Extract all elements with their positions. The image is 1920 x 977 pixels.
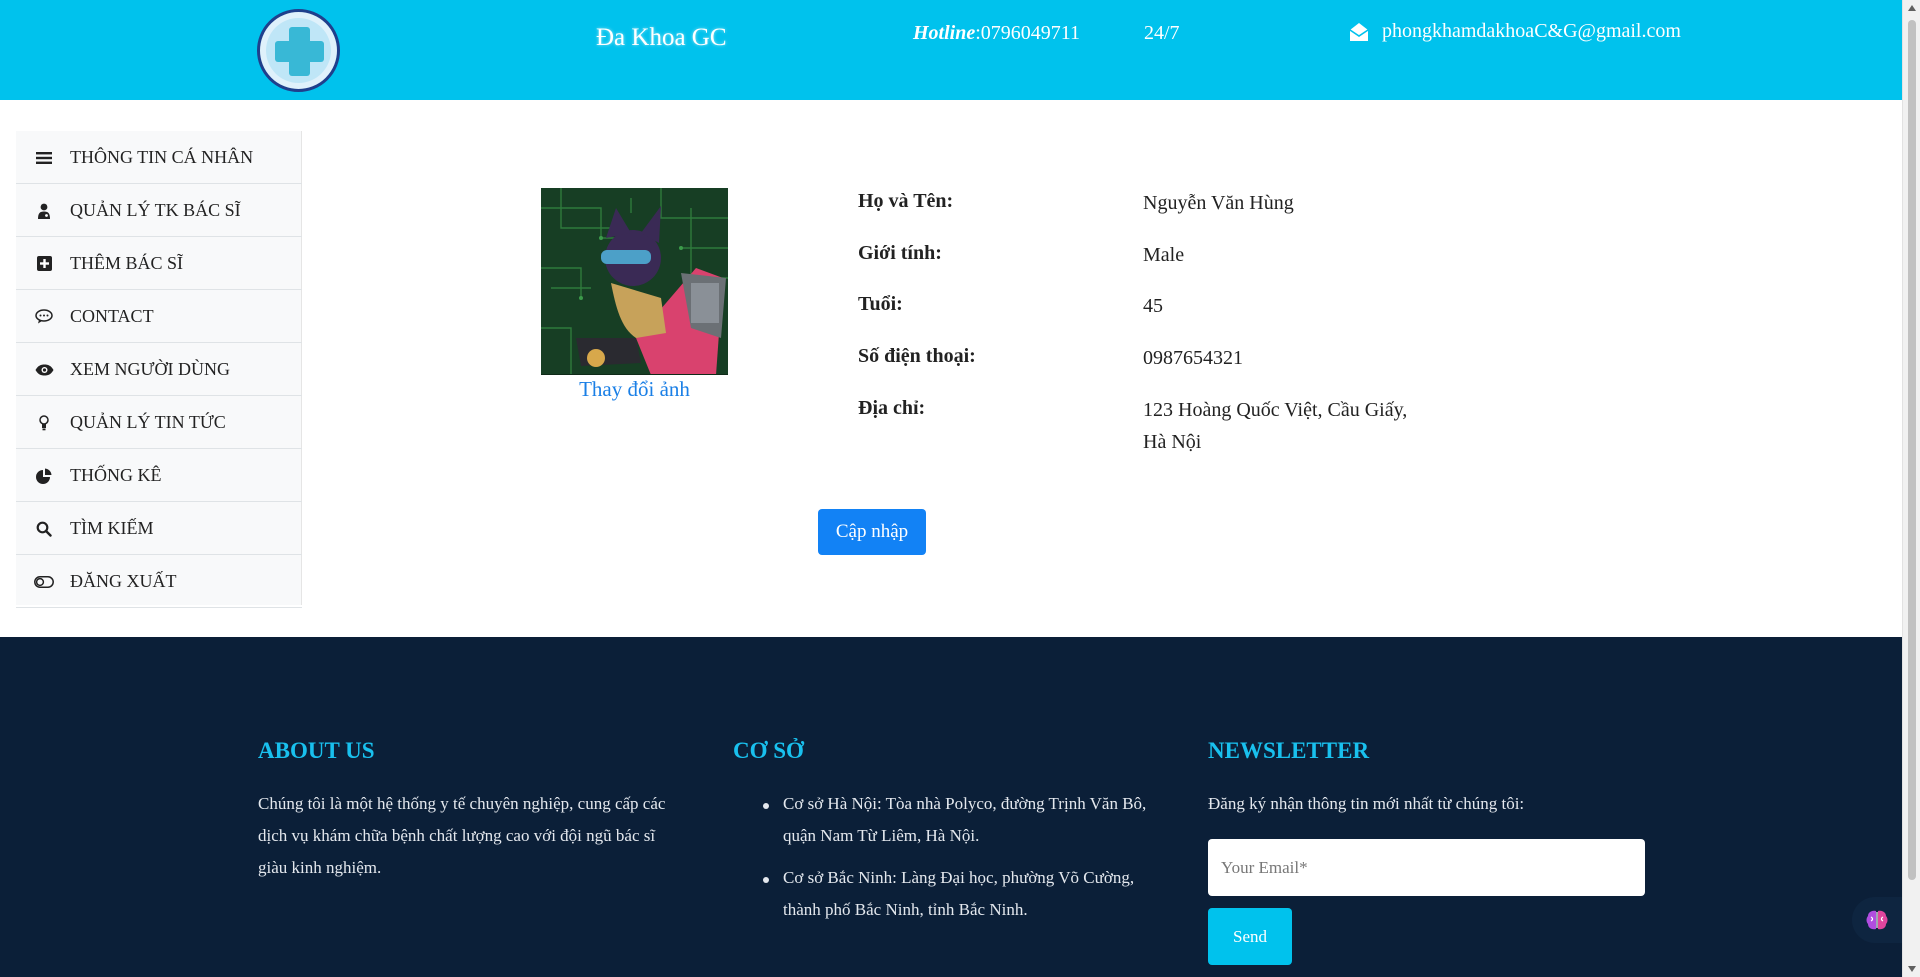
top-header: Đa Khoa GC Hotline:0796049711 24/7 phong…: [0, 0, 1902, 100]
plus-square-icon: [34, 255, 54, 273]
sidebar-item-news[interactable]: QUẢN LÝ TIN TỨC: [16, 396, 302, 449]
sidebar-item-search[interactable]: TÌM KIẾM: [16, 502, 302, 555]
sidebar-item-logout[interactable]: ĐĂNG XUẤT: [16, 555, 302, 608]
brain-icon: [1866, 910, 1888, 930]
brand-name[interactable]: Đa Khoa GC: [596, 24, 727, 52]
sidebar-item-label: XEM NGƯỜI DÙNG: [70, 359, 230, 379]
footer-branch-hanoi: Cơ sở Hà Nội: Tòa nhà Polyco, đường Trịn…: [783, 794, 1147, 845]
menu-icon: [34, 149, 54, 167]
sidebar-item-add-doctor[interactable]: THÊM BÁC SĨ: [16, 237, 302, 290]
sidebar-item-view-users[interactable]: XEM NGƯỜI DÙNG: [16, 343, 302, 396]
sidebar-item-personal-info[interactable]: THÔNG TIN CÁ NHÂN: [16, 131, 302, 184]
footer-about-title: ABOUT US: [258, 738, 375, 763]
list-bullet: [763, 877, 769, 883]
sidebar-item-label: CONTACT: [70, 306, 154, 326]
profile-avatar: [541, 188, 728, 375]
hotline-number: :0796049711: [975, 22, 1081, 44]
footer-about-text: Chúng tôi là một hệ thống y tế chuyên ng…: [258, 794, 666, 877]
newsletter-email-input[interactable]: Your Email*: [1208, 839, 1645, 896]
field-value-fullname: Nguyễn Văn Hùng: [1143, 192, 1294, 214]
search-icon: [34, 520, 54, 538]
field-label-phone: Số điện thoại:: [858, 345, 976, 367]
sidebar-item-label: ĐĂNG XUẤT: [70, 571, 177, 591]
sidebar-item-label: THÔNG TIN CÁ NHÂN: [70, 147, 254, 167]
clinic-logo[interactable]: [257, 9, 340, 92]
eye-icon: [34, 361, 54, 379]
sidebar-item-label: THÊM BÁC SĨ: [70, 253, 184, 273]
field-label-age: Tuổi:: [858, 293, 903, 315]
newsletter-send-button[interactable]: Send: [1208, 908, 1292, 965]
sidebar-item-statistics[interactable]: THỐNG KÊ: [16, 449, 302, 502]
email-text: phongkhamdakhoaC&G@gmail.com: [1382, 20, 1681, 42]
footer-branches-title: CƠ SỞ: [733, 738, 804, 763]
scrollbar-thumb[interactable]: [1908, 20, 1916, 880]
field-value-gender: Male: [1143, 244, 1185, 266]
working-hours: 24/7: [1144, 22, 1180, 44]
sidebar-item-doctor-accounts[interactable]: QUẢN LÝ TK BÁC SĨ: [16, 184, 302, 237]
field-label-fullname: Họ và Tên:: [858, 190, 954, 212]
hotline-label: Hotline: [913, 22, 976, 44]
change-photo-link[interactable]: Thay đổi ảnh: [541, 377, 728, 402]
page-scrollbar[interactable]: [1902, 0, 1920, 977]
footer-newsletter-text: Đăng ký nhận thông tin mới nhất từ chúng…: [1208, 794, 1525, 813]
doctor-icon: [34, 202, 54, 220]
email-placeholder: Your Email*: [1221, 857, 1308, 877]
field-value-phone: 0987654321: [1143, 347, 1243, 369]
list-bullet: [763, 803, 769, 809]
field-label-gender: Giới tính:: [858, 242, 942, 264]
contact-email: phongkhamdakhoaC&G@gmail.com: [1348, 20, 1681, 43]
sidebar-item-label: QUẢN LÝ TK BÁC SĨ: [70, 200, 241, 220]
envelope-icon: [1349, 22, 1369, 41]
sidebar-item-label: THỐNG KÊ: [70, 465, 162, 485]
chat-bubble-icon: [34, 308, 54, 326]
pie-chart-icon: [34, 467, 54, 485]
scroll-up-arrow[interactable]: [1908, 5, 1916, 11]
sidebar-item-label: QUẢN LÝ TIN TỨC: [70, 412, 226, 432]
update-button[interactable]: Cập nhập: [818, 509, 926, 555]
field-label-address: Địa chỉ:: [858, 397, 926, 419]
admin-sidebar: THÔNG TIN CÁ NHÂN QUẢN LÝ TK BÁC SĨ THÊM…: [16, 131, 302, 608]
footer-newsletter-title: NEWSLETTER: [1208, 738, 1370, 763]
scroll-down-arrow[interactable]: [1908, 966, 1916, 972]
field-value-address: 123 Hoàng Quốc Việt, Cầu Giấy, Hà Nội: [1143, 399, 1408, 453]
assistant-float-button[interactable]: [1852, 897, 1902, 943]
field-value-age: 45: [1143, 295, 1163, 317]
lightbulb-icon: [34, 414, 54, 432]
sidebar-item-label: TÌM KIẾM: [70, 518, 154, 538]
footer-branch-bacninh: Cơ sở Bắc Ninh: Làng Đại học, phường Võ …: [783, 868, 1135, 919]
hotline: Hotline:0796049711: [913, 22, 1080, 45]
toggle-icon: [34, 573, 54, 591]
sidebar-item-contact[interactable]: CONTACT: [16, 290, 302, 343]
